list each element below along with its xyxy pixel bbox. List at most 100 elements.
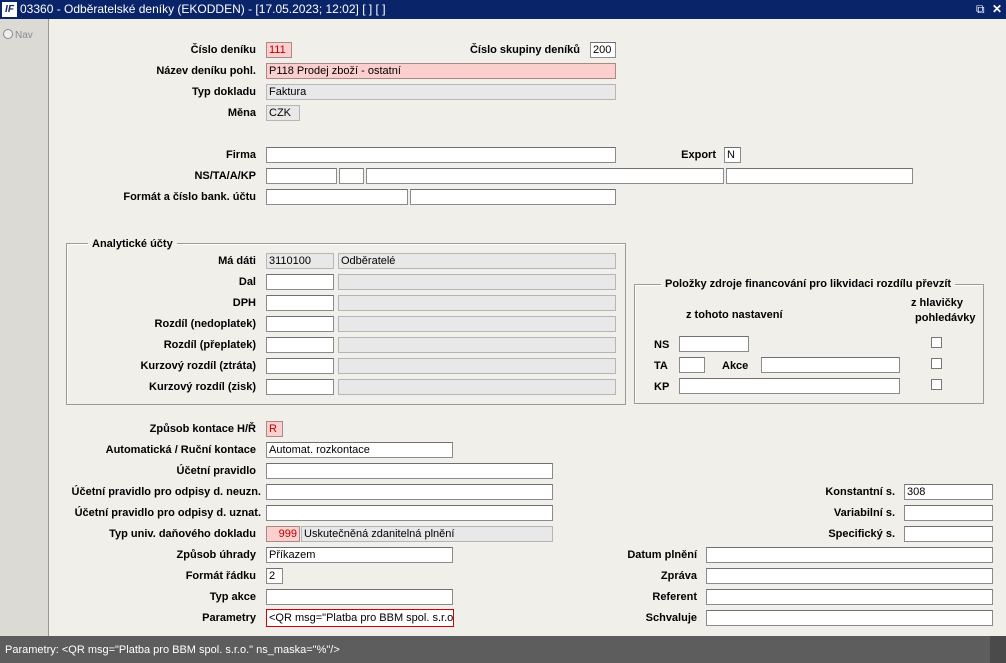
ucetni-neuzn-field[interactable] [266, 484, 553, 500]
ucetni-pravidlo-label: Účetní pravidlo [176, 465, 256, 477]
bank-label: Formát a číslo bank. účtu [123, 191, 256, 203]
format-radku-field[interactable]: 2 [266, 568, 283, 584]
ta-field[interactable] [339, 168, 364, 184]
polozky-akce-label: Akce [722, 360, 749, 372]
nazev-field[interactable]: P118 Prodej zboží - ostatní [266, 63, 616, 79]
nav-label: Nav [15, 30, 33, 41]
schvaluje-label: Schvaluje [645, 612, 697, 624]
rozdil-nedoplatek-label: Rozdíl (nedoplatek) [154, 318, 256, 330]
dal-name[interactable] [338, 274, 616, 290]
ns-field[interactable] [266, 168, 337, 184]
ucetni-uzn-field[interactable] [266, 505, 553, 521]
dph-name[interactable] [338, 295, 616, 311]
typ-univ-label: Typ univ. daňového dokladu [109, 528, 256, 540]
form-area: Číslo deníku 111 Číslo skupiny deníků 20… [49, 19, 1006, 636]
typ-dokladu-label: Typ dokladu [192, 86, 256, 98]
ma-dati-name[interactable]: Odběratelé [338, 253, 616, 269]
analyticke-ucty-title: Analytické účty [88, 237, 177, 251]
polozky-title: Položky zdroje financování pro likvidaci… [661, 277, 956, 291]
typ-univ-name[interactable]: Uskutečněná zdanitelná plnění [301, 526, 553, 542]
ucetni-neuzn-label: Účetní pravidlo pro odpisy d. neuzn. [71, 486, 261, 498]
rozdil-preplatek-code[interactable] [266, 337, 334, 353]
export-field[interactable]: N [724, 147, 741, 163]
format-radku-label: Formát řádku [185, 570, 256, 582]
cislo-deniku-field[interactable]: 111 [266, 42, 292, 58]
mena-label: Měna [227, 107, 256, 119]
cislo-skupiny-field[interactable]: 200 [590, 42, 616, 58]
nazev-label: Název deníku pohl. [156, 65, 256, 77]
schvaluje-field[interactable] [706, 610, 993, 626]
referent-field[interactable] [706, 589, 993, 605]
left-nav-panel: Nav [0, 19, 49, 636]
parametry-field[interactable]: <QR msg="Platba pro BBM spol. s.r.o." [266, 609, 454, 627]
export-label: Export [681, 149, 716, 161]
polozky-ta-checkbox[interactable] [931, 358, 942, 369]
rozdil-preplatek-label: Rozdíl (přeplatek) [163, 339, 256, 351]
rozdil-preplatek-name[interactable] [338, 337, 616, 353]
zpusob-uhrady-label: Způsob úhrady [176, 549, 256, 561]
cislo-skupiny-label: Číslo skupiny deníků [469, 44, 580, 56]
polozky-akce-field[interactable] [761, 357, 900, 373]
polozky-col1-header: z tohoto nastavení [686, 309, 783, 321]
polozky-ns-field[interactable] [679, 336, 749, 352]
typ-akce-label: Typ akce [209, 591, 256, 603]
ma-dati-label: Má dáti [218, 255, 256, 267]
zprava-field[interactable] [706, 568, 993, 584]
typ-dokladu-field[interactable]: Faktura [266, 84, 616, 100]
ucetni-uzn-label: Účetní pravidlo pro odpisy d. uznat. [74, 507, 261, 519]
status-scrollbar[interactable] [990, 636, 1006, 663]
polozky-kp-checkbox[interactable] [931, 379, 942, 390]
nav-radio[interactable]: Nav [3, 29, 33, 41]
status-text: Parametry: <QR msg="Platba pro BBM spol.… [5, 644, 340, 656]
bank-account-field[interactable] [410, 189, 616, 205]
auto-kontace-field[interactable]: Automat. rozkontace [266, 442, 453, 458]
kurzovy-ztrata-code[interactable] [266, 358, 334, 374]
zpusob-uhrady-field[interactable]: Příkazem [266, 547, 453, 563]
radio-icon [3, 29, 13, 39]
parametry-label: Parametry [202, 612, 256, 624]
referent-label: Referent [652, 591, 697, 603]
cislo-deniku-label: Číslo deníku [190, 44, 256, 56]
restore-icon[interactable]: ⧉ [976, 2, 985, 17]
konstantni-field[interactable]: 308 [904, 484, 993, 500]
dal-code[interactable] [266, 274, 334, 290]
dph-code[interactable] [266, 295, 334, 311]
firma-label: Firma [226, 149, 256, 161]
mena-field[interactable]: CZK [266, 105, 300, 121]
polozky-col2-header-line2: pohledávky [915, 312, 976, 324]
akce-field[interactable] [366, 168, 724, 184]
polozky-kp-label: KP [654, 381, 670, 393]
rozdil-nedoplatek-code[interactable] [266, 316, 334, 332]
ucetni-pravidlo-field[interactable] [266, 463, 553, 479]
status-bar: Parametry: <QR msg="Platba pro BBM spol.… [0, 636, 1006, 663]
datum-plneni-field[interactable] [706, 547, 993, 563]
polozky-kp-field[interactable] [679, 378, 900, 394]
ma-dati-code[interactable]: 3110100 [266, 253, 334, 269]
polozky-col2-header-line1: z hlavičky [911, 297, 963, 309]
polozky-ns-checkbox[interactable] [931, 337, 942, 348]
datum-plneni-label: Datum plnění [627, 549, 697, 561]
firma-field[interactable] [266, 147, 616, 163]
kurzovy-ztrata-label: Kurzový rozdíl (ztráta) [140, 360, 256, 372]
specificky-field[interactable] [904, 526, 993, 542]
kurzovy-ztrata-name[interactable] [338, 358, 616, 374]
polozky-ns-label: NS [654, 339, 670, 351]
rozdil-nedoplatek-name[interactable] [338, 316, 616, 332]
zpusob-kontace-label: Způsob kontace H/Ř [149, 423, 256, 435]
close-icon[interactable]: ✕ [992, 2, 1002, 17]
specificky-label: Specifický s. [828, 528, 895, 540]
variabilni-label: Variabilní s. [833, 507, 895, 519]
polozky-ta-field[interactable] [679, 357, 705, 373]
kurzovy-zisk-name[interactable] [338, 379, 616, 395]
window-title: 03360 - Odběratelské deníky (EKODDEN) - … [20, 2, 386, 16]
variabilni-field[interactable] [904, 505, 993, 521]
zprava-label: Zpráva [660, 570, 697, 582]
typ-akce-field[interactable] [266, 589, 453, 605]
kurzovy-zisk-code[interactable] [266, 379, 334, 395]
typ-univ-code[interactable]: 999 [266, 526, 300, 542]
bank-format-field[interactable] [266, 189, 408, 205]
ns-ta-label: NS/TA/A/KP [194, 170, 256, 182]
zpusob-kontace-field[interactable]: R [266, 421, 283, 437]
kurzovy-zisk-label: Kurzový rozdíl (zisk) [149, 381, 256, 393]
kp-field[interactable] [726, 168, 913, 184]
